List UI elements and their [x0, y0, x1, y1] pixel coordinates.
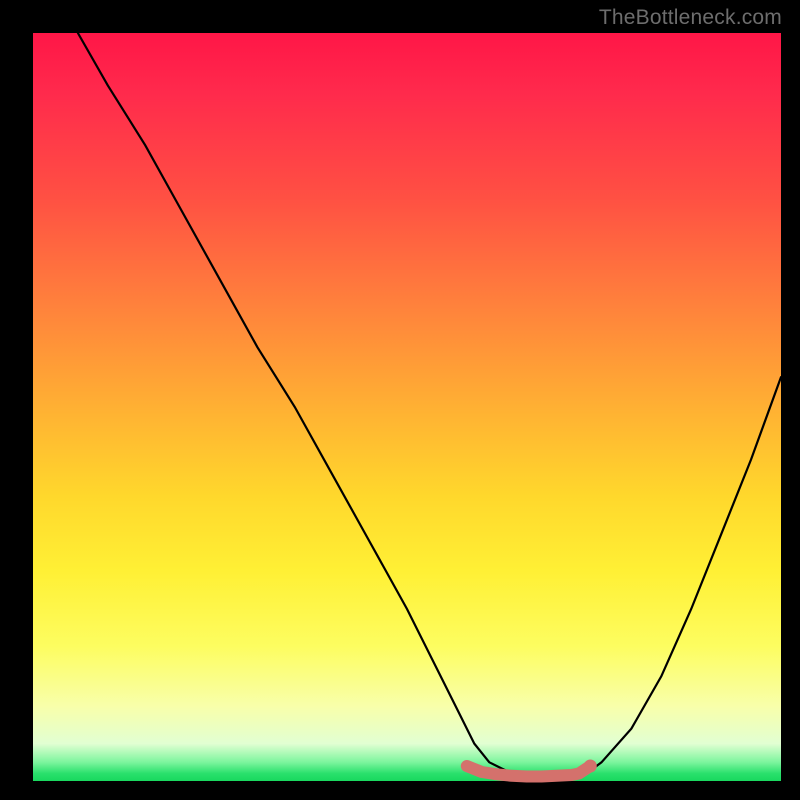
chart-overlay	[33, 33, 781, 781]
sweet-spot-end-dot	[584, 760, 597, 773]
chart-frame: TheBottleneck.com	[0, 0, 800, 800]
plot-area	[33, 33, 781, 781]
bottleneck-curve	[78, 33, 781, 777]
sweet-spot-band	[467, 766, 591, 777]
watermark-text: TheBottleneck.com	[599, 6, 782, 30]
